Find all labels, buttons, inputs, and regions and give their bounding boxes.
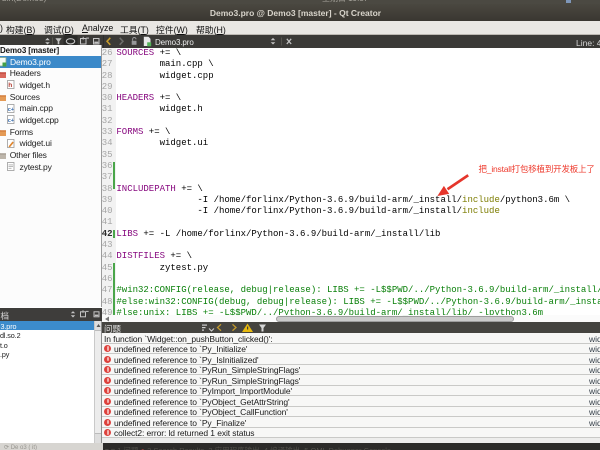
svg-text:h: h [8,82,12,89]
svg-text:c+: c+ [8,107,14,113]
svg-text:c+: c+ [8,118,14,124]
